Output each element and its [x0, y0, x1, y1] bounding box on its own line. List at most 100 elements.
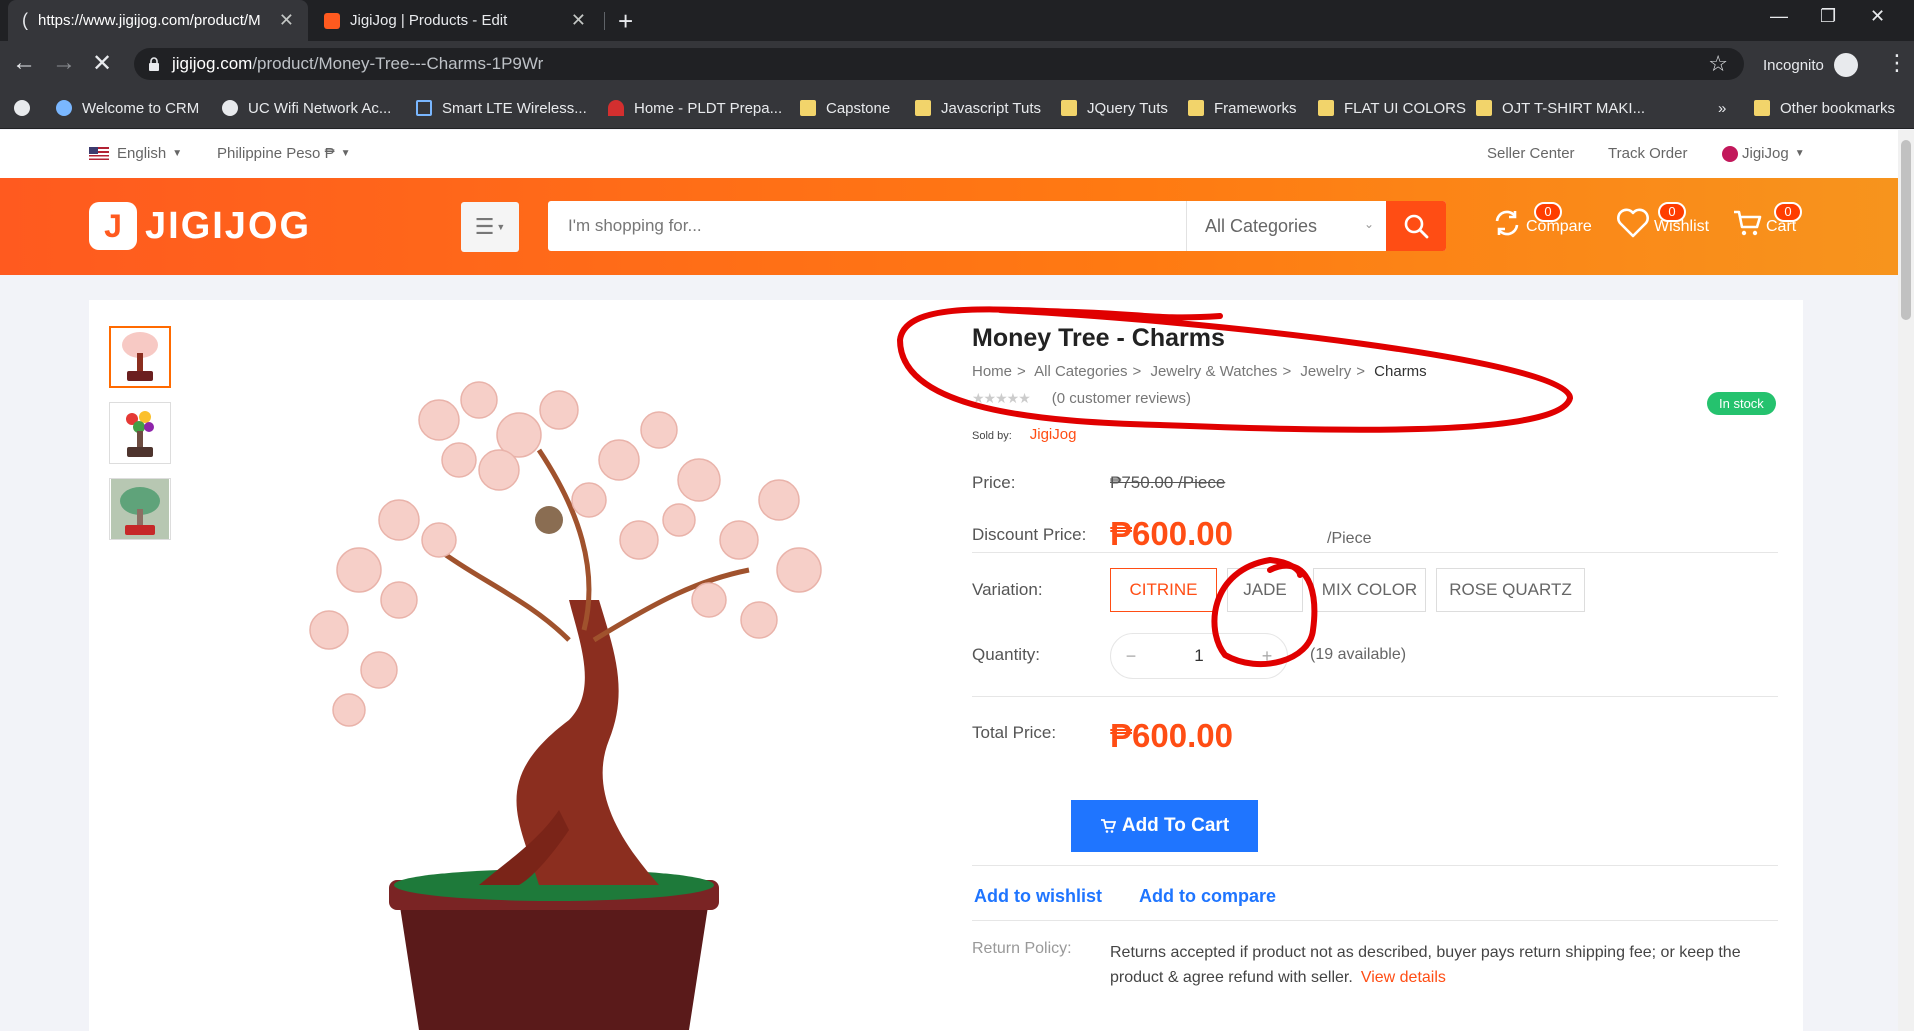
forward-arrow-icon[interactable]: → — [52, 49, 76, 77]
language-selector[interactable]: English ▼ — [89, 145, 182, 162]
bookmark-smart-lte[interactable]: Smart LTE Wireless... — [416, 96, 587, 120]
tab-close-icon[interactable]: ✕ — [571, 10, 586, 31]
bookmark-pldt[interactable]: Home - PLDT Prepa... — [608, 96, 782, 120]
track-order-link[interactable]: Track Order — [1608, 145, 1687, 162]
bookmark-capstone[interactable]: Capstone — [800, 96, 890, 120]
caret-down-icon: ▼ — [172, 148, 183, 159]
logo-text: JIGIJOG — [145, 204, 312, 247]
bookmark-star-icon[interactable]: ☆ — [1708, 51, 1728, 77]
quantity-input[interactable]: 1 — [1151, 646, 1247, 666]
browser-tabstrip: ( https://www.jigijog.com/product/M ✕ Ji… — [0, 0, 1914, 41]
cart-button[interactable]: Cart 0 — [1732, 202, 1802, 238]
page-scrollbar[interactable] — [1898, 130, 1914, 1031]
folder-icon — [1754, 100, 1770, 116]
variation-mix-color[interactable]: MIX COLOR — [1313, 568, 1426, 612]
bookmark-javascript-tuts[interactable]: Javascript Tuts — [915, 96, 1041, 120]
folder-icon — [1188, 100, 1204, 116]
product-title: Money Tree - Charms — [972, 324, 1225, 352]
bookmark-frameworks[interactable]: Frameworks — [1188, 96, 1297, 120]
add-to-wishlist-link[interactable]: Add to wishlist — [974, 886, 1102, 907]
loading-spinner-icon: ( — [22, 10, 28, 30]
incognito-indicator[interactable]: Incognito — [1763, 53, 1858, 77]
cart-icon — [1100, 819, 1116, 833]
browser-menu-icon[interactable]: ⋮ — [1886, 50, 1908, 76]
search-button[interactable] — [1386, 201, 1446, 251]
product-card: Money Tree - Charms Home > All Categories… — [89, 300, 1803, 1031]
price-unit: /Piece — [1327, 530, 1372, 547]
apps-globe-icon[interactable] — [14, 96, 40, 120]
bookmark-welcome-to-crm[interactable]: Welcome to CRM — [56, 96, 199, 120]
variation-citrine[interactable]: CITRINE — [1110, 568, 1217, 612]
product-rating: ★★★★★ (0 customer reviews) — [972, 390, 1191, 407]
wishlist-button[interactable]: Wishlist 0 — [1616, 202, 1709, 238]
divider — [972, 552, 1778, 553]
crm-icon — [56, 100, 72, 116]
tab-product-page[interactable]: ( https://www.jigijog.com/product/M ✕ — [8, 0, 308, 41]
heart-icon — [1617, 208, 1649, 238]
quantity-decrease-button[interactable]: − — [1111, 646, 1151, 667]
account-menu[interactable]: JigiJog ▼ — [1722, 145, 1805, 162]
compare-icon — [1495, 210, 1519, 236]
total-price: ₱600.00 — [1110, 717, 1233, 754]
folder-icon — [1061, 100, 1077, 116]
category-menu-button[interactable]: ☰ ▼ — [461, 202, 519, 252]
seller-link[interactable]: JigiJog — [1030, 426, 1077, 443]
bookmarks-overflow-icon[interactable]: » — [1718, 96, 1726, 120]
variation-label: Variation: — [972, 580, 1043, 599]
breadcrumb-jewelry-watches[interactable]: Jewelry & Watches — [1150, 363, 1277, 380]
back-arrow-icon[interactable]: ← — [12, 49, 36, 77]
thumbnail-2[interactable] — [109, 402, 171, 464]
wishlist-count-badge: 0 — [1658, 202, 1686, 222]
restore-button[interactable]: ❐ — [1820, 6, 1836, 27]
tab-products-edit[interactable]: JigiJog | Products - Edit ✕ — [310, 0, 600, 41]
lock-icon — [149, 57, 159, 71]
add-to-compare-link[interactable]: Add to compare — [1139, 886, 1276, 907]
bookmark-jquery-tuts[interactable]: JQuery Tuts — [1061, 96, 1168, 120]
seller-center-link[interactable]: Seller Center — [1487, 145, 1575, 162]
sold-by: Sold by: JigiJog — [972, 426, 1077, 443]
compare-count-badge: 0 — [1534, 202, 1562, 222]
address-bar[interactable]: jigijog.com/product/Money-Tree---Charms-… — [134, 48, 1744, 80]
add-to-cart-button[interactable]: Add To Cart — [1071, 800, 1258, 852]
bookmark-other-bookmarks[interactable]: Other bookmarks — [1754, 96, 1895, 120]
category-select[interactable]: All Categories ⌄ — [1186, 201, 1386, 251]
breadcrumb-jewelry[interactable]: Jewelry — [1300, 363, 1351, 380]
review-count[interactable]: (0 customer reviews) — [1052, 390, 1191, 407]
router-icon — [416, 100, 432, 116]
thumbnail-1[interactable] — [109, 326, 171, 388]
breadcrumb-home[interactable]: Home — [972, 363, 1012, 380]
currency-selector[interactable]: Philippine Peso ₱ ▼ — [217, 145, 350, 162]
minimize-button[interactable]: — — [1770, 6, 1788, 27]
discount-price: ₱600.00 — [1110, 515, 1233, 552]
jigijog-logo[interactable]: J JIGIJOG — [89, 202, 311, 250]
folder-icon — [915, 100, 931, 116]
view-details-link[interactable]: View details — [1361, 969, 1446, 986]
product-thumbnail-image — [126, 411, 154, 457]
thumbnail-3[interactable] — [109, 478, 171, 540]
bookmark-uc-wifi[interactable]: UC Wifi Network Ac... — [222, 96, 391, 120]
stop-loading-icon[interactable]: ✕ — [92, 49, 112, 78]
price-label: Price: — [972, 473, 1016, 492]
scrollbar-thumb[interactable] — [1901, 140, 1911, 320]
new-tab-button[interactable]: + — [618, 6, 633, 37]
caret-down-icon: ▼ — [340, 148, 351, 159]
quantity-increase-button[interactable]: + — [1247, 646, 1287, 667]
page-viewport: English ▼ Philippine Peso ₱ ▼ Seller Cen… — [0, 130, 1898, 1031]
breadcrumb-all-categories[interactable]: All Categories — [1034, 363, 1127, 380]
bookmark-flat-ui-colors[interactable]: FLAT UI COLORS — [1318, 96, 1466, 120]
bookmark-ojt-tshirt[interactable]: OJT T-SHIRT MAKI... — [1476, 96, 1645, 120]
cart-count-badge: 0 — [1774, 202, 1802, 222]
variation-rose-quartz[interactable]: ROSE QUARTZ — [1436, 568, 1585, 612]
compare-button[interactable]: Compare 0 — [1492, 202, 1592, 238]
return-policy-label: Return Policy: — [972, 940, 1072, 957]
tab-separator — [604, 12, 605, 30]
total-price-label: Total Price: — [972, 723, 1057, 742]
close-window-button[interactable]: ✕ — [1870, 6, 1885, 27]
browser-toolbar: ← → ✕ jigijog.com/product/Money-Tree---C… — [0, 41, 1914, 87]
compare-label: Compare — [1526, 218, 1592, 235]
search-input[interactable] — [548, 201, 1186, 251]
breadcrumb-charms: Charms — [1374, 363, 1427, 380]
tab-close-icon[interactable]: ✕ — [279, 10, 294, 31]
breadcrumb: Home > All Categories > Jewelry & Watches >… — [972, 363, 1427, 380]
variation-jade[interactable]: JADE — [1227, 568, 1303, 612]
